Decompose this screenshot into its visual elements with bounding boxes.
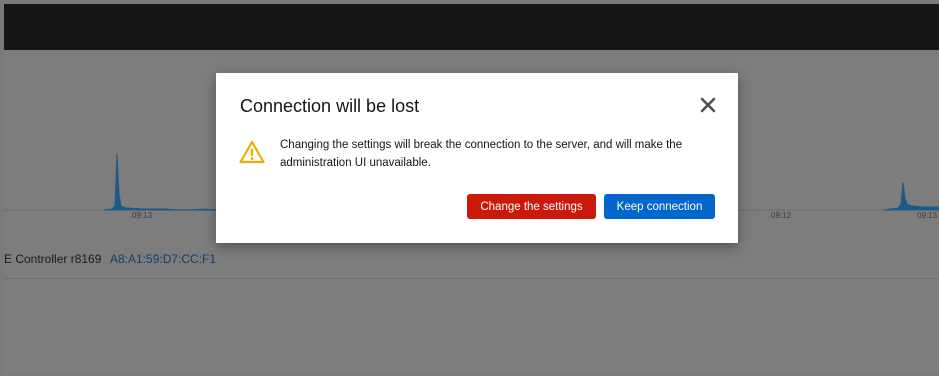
close-icon-glyph — [700, 97, 716, 113]
dialog-message: Changing the settings will break the con… — [280, 139, 683, 169]
interface-name: E Controller r8169 — [4, 252, 102, 266]
keep-connection-button[interactable]: Keep connection — [604, 194, 715, 219]
dialog-title: Connection will be lost — [240, 96, 420, 116]
change-settings-button[interactable]: Change the settings — [467, 194, 596, 219]
traffic-series-left — [103, 153, 217, 211]
interface-row[interactable]: E Controller r8169 A8:A1:59:D7:CC:F1 — [4, 244, 939, 279]
graph-tick-label: 09:13 — [917, 211, 938, 220]
interface-mac-address: A8:A1:59:D7:CC:F1 — [110, 252, 217, 266]
warning-icon — [239, 140, 265, 164]
graph-tick-label: 09:13 — [132, 211, 153, 220]
close-icon[interactable] — [698, 95, 718, 115]
connection-lost-dialog: Connection will be lost Changing the set… — [216, 73, 738, 243]
traffic-series-right — [883, 181, 939, 211]
graph-tick-label: 09:12 — [771, 211, 792, 220]
top-navigation-bar — [4, 4, 939, 50]
